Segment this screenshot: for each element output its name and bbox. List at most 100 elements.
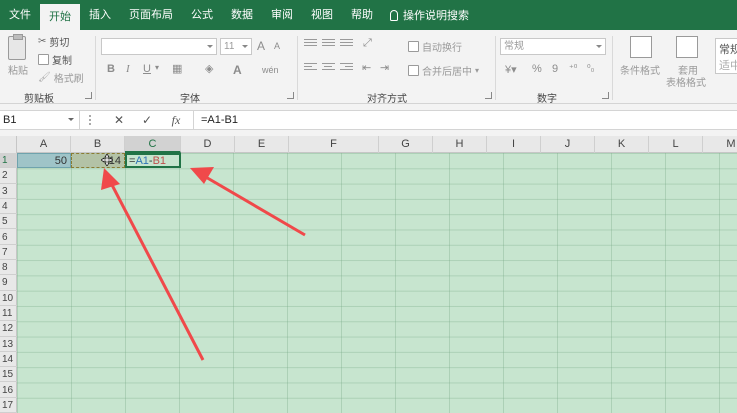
row-header-11[interactable]: 11	[0, 306, 17, 322]
paste-button[interactable]: 粘贴	[8, 62, 28, 77]
align-bottom-icon[interactable]	[340, 39, 353, 49]
clipboard-launcher-icon[interactable]	[85, 92, 92, 99]
row-header-4[interactable]: 4	[0, 199, 17, 215]
insert-function-button[interactable]: fx	[163, 111, 189, 129]
name-box[interactable]: B1	[0, 111, 80, 129]
increase-decimal-icon[interactable]: ⁺⁰	[569, 63, 577, 74]
alignment-launcher-icon[interactable]	[485, 92, 492, 99]
row-header-3[interactable]: 3	[0, 184, 17, 199]
style-normal[interactable]: 常规	[719, 42, 737, 58]
number-format-combo[interactable]: 常规	[500, 38, 606, 55]
paste-icon[interactable]	[8, 34, 26, 60]
row-header-5[interactable]: 5	[0, 214, 17, 230]
align-center-icon[interactable]	[322, 63, 335, 73]
cell-area[interactable]	[17, 153, 737, 413]
tab-help[interactable]: 帮助	[342, 0, 382, 30]
cell-c1[interactable]: =A1-B1	[125, 153, 181, 168]
format-as-table-icon[interactable]	[676, 36, 698, 58]
borders-icon[interactable]: ▦	[172, 62, 182, 75]
comma-button[interactable]: 9	[552, 63, 558, 75]
copy-button[interactable]: 复制	[38, 52, 72, 67]
tab-formulas[interactable]: 公式	[182, 0, 222, 30]
column-header-h[interactable]: H	[433, 136, 487, 153]
chevron-down-icon[interactable]: ▾	[155, 63, 159, 72]
font-size-combo[interactable]: 11	[220, 38, 252, 55]
column-header-d[interactable]: D	[181, 136, 235, 153]
cell-b1[interactable]: 14	[71, 153, 125, 168]
row-header-2[interactable]: 2	[0, 168, 17, 184]
column-header-c[interactable]: C	[125, 136, 181, 153]
row-header-7[interactable]: 7	[0, 245, 17, 261]
row-header-6[interactable]: 6	[0, 230, 17, 245]
phonetic-button[interactable]: wén	[262, 65, 279, 75]
row-header-1[interactable]: 1	[0, 153, 17, 169]
align-top-icon[interactable]	[304, 39, 317, 49]
format-painter-button[interactable]: 🖌 格式刷	[38, 70, 84, 85]
tab-home[interactable]: 开始	[40, 4, 80, 30]
divider	[95, 36, 96, 100]
row-header-10[interactable]: 10	[0, 291, 17, 306]
cell-a1[interactable]: 50	[17, 153, 71, 168]
bold-button[interactable]: B	[107, 63, 115, 75]
wrap-text-button[interactable]: 自动换行	[408, 39, 462, 54]
tab-view[interactable]: 视图	[302, 0, 342, 30]
tab-insert[interactable]: 插入	[80, 0, 120, 30]
percent-button[interactable]: %	[532, 63, 542, 75]
row-header-12[interactable]: 12	[0, 321, 17, 337]
font-launcher-icon[interactable]	[287, 92, 294, 99]
tab-page-layout[interactable]: 页面布局	[120, 0, 182, 30]
enter-icon[interactable]: ✓	[134, 111, 160, 129]
row-header-8[interactable]: 8	[0, 260, 17, 276]
formula-bar-handle[interactable]	[89, 115, 91, 125]
column-header-l[interactable]: L	[649, 136, 703, 153]
align-left-icon[interactable]	[304, 63, 317, 73]
conditional-formatting-button[interactable]: 条件格式	[620, 62, 660, 77]
column-header-m[interactable]: M	[703, 136, 737, 153]
style-neutral[interactable]: 适中	[719, 58, 737, 74]
format-as-table-line2[interactable]: 表格格式	[666, 74, 706, 89]
column-header-k[interactable]: K	[595, 136, 649, 153]
tab-review[interactable]: 审阅	[262, 0, 302, 30]
italic-button[interactable]: I	[126, 63, 130, 75]
cut-button[interactable]: ✂ 剪切	[38, 34, 69, 49]
column-header-j[interactable]: J	[541, 136, 595, 153]
align-middle-icon[interactable]	[322, 39, 335, 49]
row-header-16[interactable]: 16	[0, 383, 17, 398]
formula-input[interactable]: =A1-B1	[193, 111, 737, 129]
chevron-down-icon	[207, 45, 213, 48]
decrease-indent-icon[interactable]: ⇤	[362, 61, 371, 74]
cell-styles-gallery[interactable]: 常规 适中	[715, 38, 737, 74]
row-header-15[interactable]: 15	[0, 367, 17, 383]
row-header-14[interactable]: 14	[0, 352, 17, 368]
cancel-icon[interactable]: ✕	[106, 111, 132, 129]
decrease-font-button[interactable]: A	[274, 41, 280, 51]
tab-file[interactable]: 文件	[0, 0, 40, 30]
decrease-decimal-icon[interactable]: ⁰₀	[587, 63, 594, 74]
column-header-e[interactable]: E	[235, 136, 289, 153]
orientation-icon[interactable]: ⤢	[363, 37, 372, 50]
column-header-a[interactable]: A	[17, 136, 71, 153]
select-all-corner[interactable]	[0, 136, 17, 153]
row-header-17[interactable]: 17	[0, 398, 17, 413]
number-launcher-icon[interactable]	[602, 92, 609, 99]
row-header-9[interactable]: 9	[0, 275, 17, 291]
currency-icon[interactable]: ¥▾	[505, 63, 517, 76]
align-right-icon[interactable]	[340, 63, 353, 73]
merge-center-button[interactable]: 合并后居中 ▾	[408, 63, 479, 78]
row-header-13[interactable]: 13	[0, 337, 17, 352]
fill-color-icon[interactable]: ◈	[205, 62, 213, 75]
column-header-i[interactable]: I	[487, 136, 541, 153]
chevron-down-icon: ▾	[475, 66, 480, 75]
font-color-button[interactable]: A	[233, 63, 242, 77]
font-name-combo[interactable]	[101, 38, 217, 55]
column-header-b[interactable]: B	[71, 136, 125, 153]
number-format-value: 常规	[504, 41, 524, 52]
column-header-g[interactable]: G	[379, 136, 433, 153]
increase-font-button[interactable]: A	[257, 39, 265, 53]
conditional-formatting-icon[interactable]	[630, 36, 652, 58]
underline-button[interactable]: U	[143, 63, 151, 75]
tell-me-search[interactable]: 操作说明搜索	[390, 7, 469, 23]
tab-data[interactable]: 数据	[222, 0, 262, 30]
increase-indent-icon[interactable]: ⇥	[380, 61, 389, 74]
column-header-f[interactable]: F	[289, 136, 379, 153]
